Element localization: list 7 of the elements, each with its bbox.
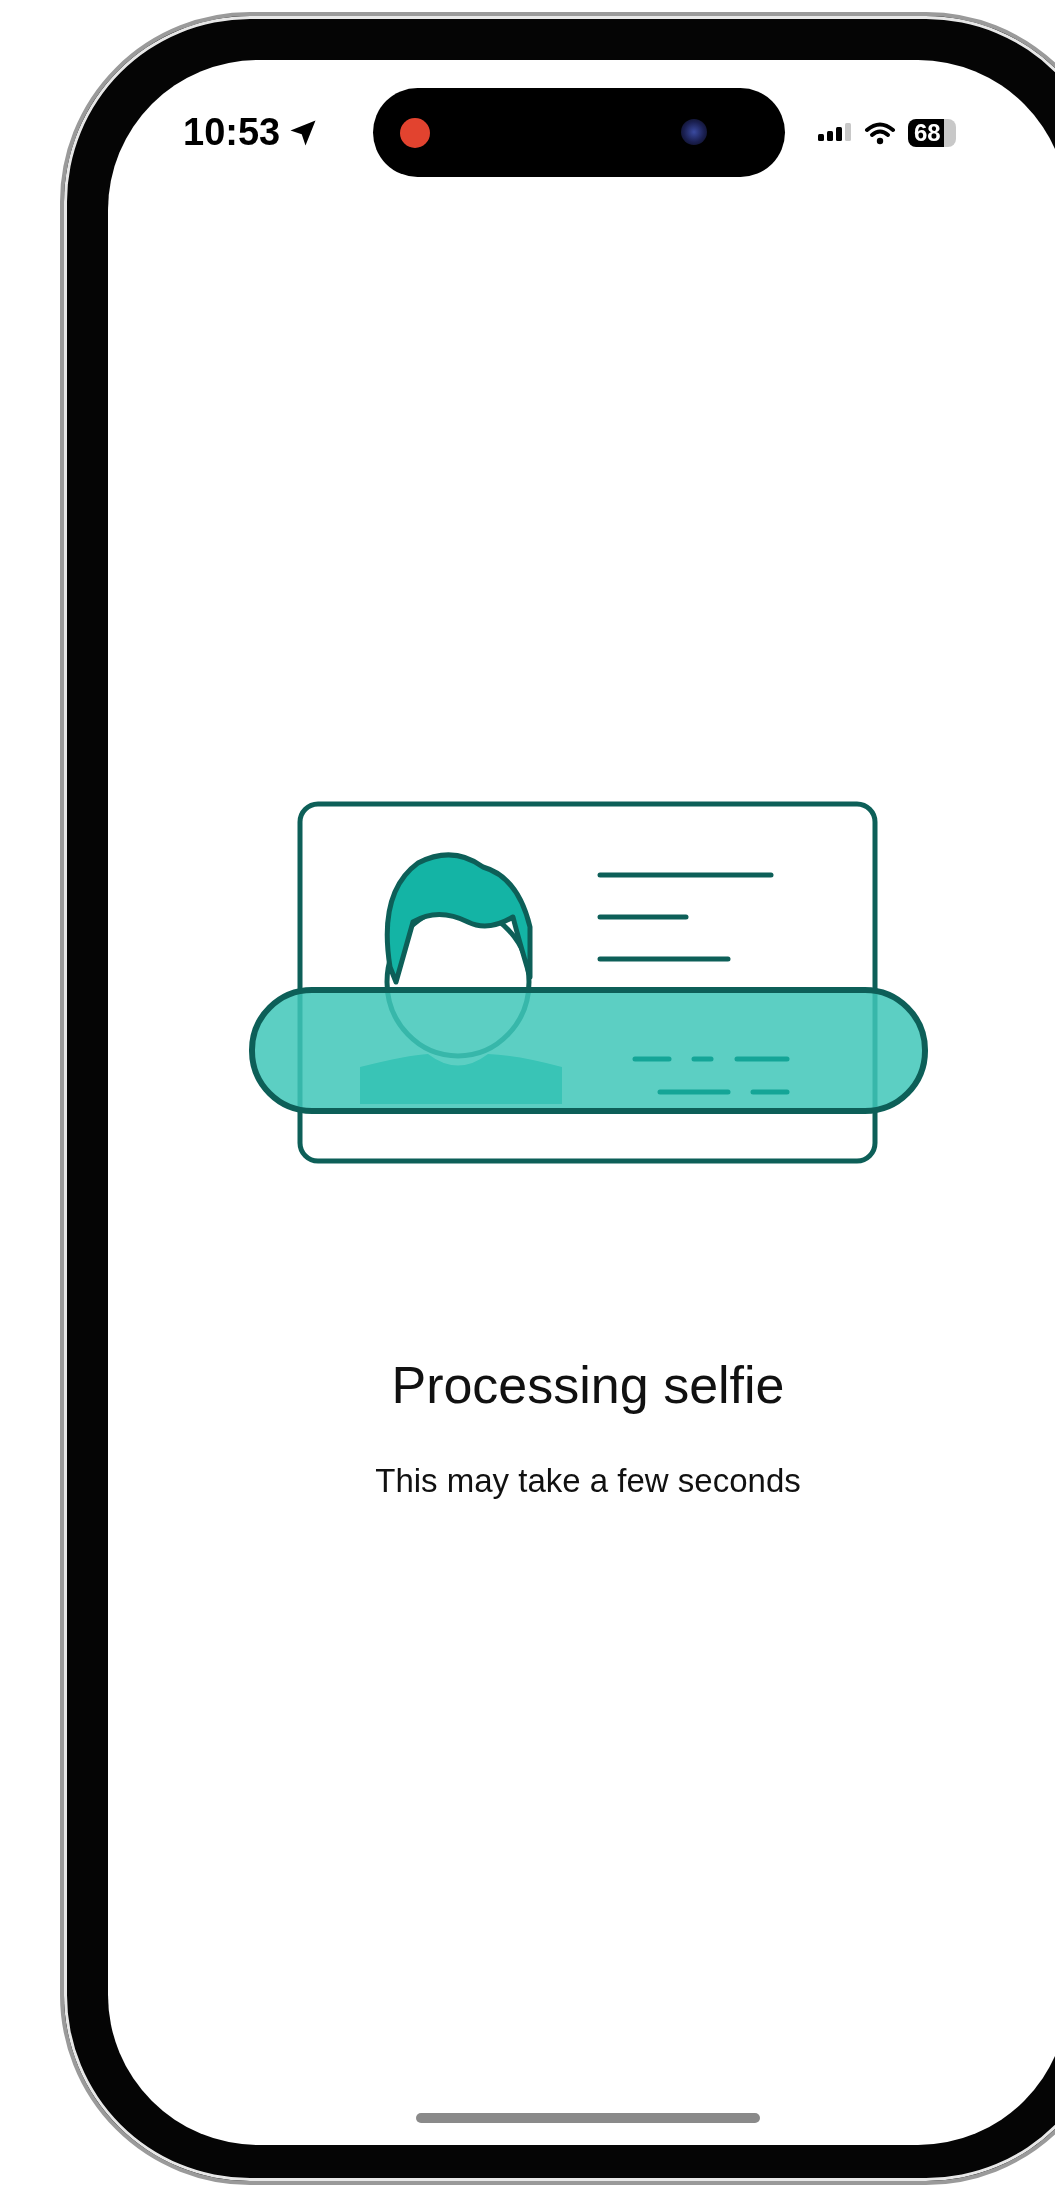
wifi-icon [864,120,896,145]
signal-icon [818,121,852,144]
camera-lens-icon [681,119,707,145]
screen-subtitle: This may take a few seconds [375,1461,801,1501]
recording-dot-icon [400,118,430,148]
screen-title: Processing selfie [391,1355,785,1415]
status-time: 10:53 [183,111,281,154]
